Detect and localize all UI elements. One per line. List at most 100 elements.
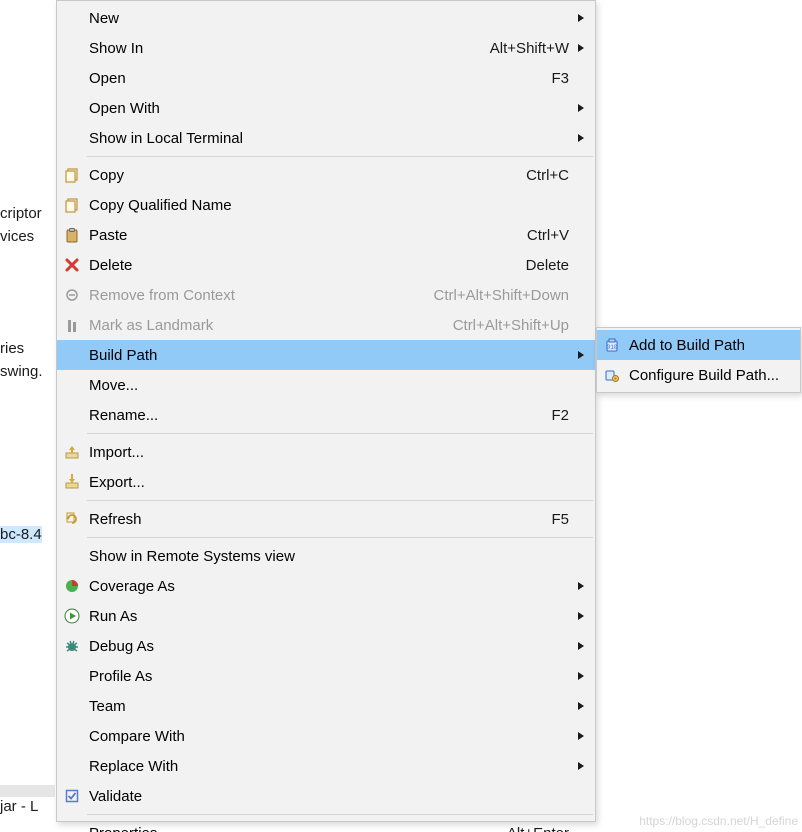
menu-item-accel: Alt+Enter — [507, 825, 573, 832]
blank-icon — [59, 38, 85, 58]
menu-item-label: Validate — [85, 788, 569, 805]
menu-item-label: Copy — [85, 167, 526, 184]
menu-item-replace[interactable]: Replace With — [57, 751, 595, 781]
menu-item-label: Properties — [85, 825, 507, 832]
menu-item-addbuild[interactable]: Add to Build Path — [597, 330, 800, 360]
menu-item-remsys[interactable]: Show in Remote Systems view — [57, 541, 595, 571]
menu-item-label: Show in Remote Systems view — [85, 548, 569, 565]
menu-item-new[interactable]: New — [57, 3, 595, 33]
menu-item-label: Configure Build Path... — [625, 367, 779, 384]
menu-item-coverage[interactable]: Coverage As — [57, 571, 595, 601]
menu-item-label: Build Path — [85, 347, 569, 364]
menu-item-label: Paste — [85, 227, 527, 244]
menu-item-import[interactable]: Import... — [57, 437, 595, 467]
menu-item-delete[interactable]: DeleteDelete — [57, 250, 595, 280]
menu-item-label: Show in Local Terminal — [85, 130, 569, 147]
blank-icon — [59, 823, 85, 832]
blank-icon — [59, 98, 85, 118]
validate-icon — [59, 786, 85, 806]
menu-item-label: Run As — [85, 608, 569, 625]
refresh-icon — [59, 509, 85, 529]
context-menu[interactable]: NewShow InAlt+Shift+WOpenF3Open WithShow… — [56, 0, 596, 822]
menu-item-team[interactable]: Team — [57, 691, 595, 721]
chevron-right-icon — [576, 608, 586, 625]
chevron-right-icon — [576, 100, 586, 117]
menu-item-accel: Delete — [526, 257, 573, 274]
menu-item-label: Profile As — [85, 668, 569, 685]
blank-icon — [59, 756, 85, 776]
run-icon — [59, 606, 85, 626]
menu-item-label: Debug As — [85, 638, 569, 655]
menu-item-properties[interactable]: PropertiesAlt+Enter — [57, 818, 595, 832]
blank-icon — [59, 666, 85, 686]
chevron-right-icon — [576, 728, 586, 745]
menu-item-rename[interactable]: Rename...F2 — [57, 400, 595, 430]
blank-icon — [59, 375, 85, 395]
menu-item-copy[interactable]: CopyCtrl+C — [57, 160, 595, 190]
menu-item-move[interactable]: Move... — [57, 370, 595, 400]
import-icon — [59, 442, 85, 462]
menu-item-export[interactable]: Export... — [57, 467, 595, 497]
blank-icon — [59, 68, 85, 88]
delete-icon — [59, 255, 85, 275]
watermark-text: https://blog.csdn.net/H_define — [639, 814, 798, 828]
menu-item-label: Compare With — [85, 728, 569, 745]
menu-item-label: Replace With — [85, 758, 569, 775]
menu-item-landmark[interactable]: Mark as LandmarkCtrl+Alt+Shift+Up — [57, 310, 595, 340]
menu-item-accel: Ctrl+Alt+Shift+Up — [453, 317, 573, 334]
menu-item-label: Move... — [85, 377, 569, 394]
cfgjar-icon — [599, 365, 625, 385]
bg-frag: ries — [0, 340, 24, 357]
bg-frag: bc-8.4 — [0, 526, 42, 543]
chevron-right-icon — [576, 130, 586, 147]
menu-item-open[interactable]: OpenF3 — [57, 63, 595, 93]
menu-item-copyqn[interactable]: Copy Qualified Name — [57, 190, 595, 220]
menu-item-accel: Ctrl+V — [527, 227, 573, 244]
menu-item-label: Mark as Landmark — [85, 317, 453, 334]
menu-item-rctx[interactable]: Remove from ContextCtrl+Alt+Shift+Down — [57, 280, 595, 310]
blank-icon — [59, 8, 85, 28]
menu-separator — [87, 156, 593, 157]
blank-icon — [59, 345, 85, 365]
menu-item-label: Open — [85, 70, 551, 87]
blank-icon — [59, 546, 85, 566]
menu-item-accel: F3 — [551, 70, 573, 87]
menu-item-label: Add to Build Path — [625, 337, 774, 354]
menu-item-refresh[interactable]: RefreshF5 — [57, 504, 595, 534]
menu-item-label: Export... — [85, 474, 569, 491]
menu-item-validate[interactable]: Validate — [57, 781, 595, 811]
chevron-right-icon — [576, 578, 586, 595]
menu-item-buildpath[interactable]: Build Path — [57, 340, 595, 370]
export-icon — [59, 472, 85, 492]
menu-separator — [87, 814, 593, 815]
menu-item-label: Refresh — [85, 511, 551, 528]
chevron-right-icon — [576, 10, 586, 27]
menu-separator — [87, 537, 593, 538]
chevron-right-icon — [576, 40, 586, 57]
menu-item-accel: Ctrl+C — [526, 167, 573, 184]
blank-icon — [59, 128, 85, 148]
bg-frag: swing. — [0, 363, 43, 380]
menu-item-cfgbuild[interactable]: Configure Build Path... — [597, 360, 800, 390]
menu-item-paste[interactable]: PasteCtrl+V — [57, 220, 595, 250]
jar-icon — [599, 335, 625, 355]
menu-item-label: Remove from Context — [85, 287, 434, 304]
menu-item-runas[interactable]: Run As — [57, 601, 595, 631]
menu-item-localterm[interactable]: Show in Local Terminal — [57, 123, 595, 153]
blank-icon — [59, 726, 85, 746]
buildpath-submenu[interactable]: Add to Build Path Configure Build Path... — [596, 327, 801, 393]
menu-item-label: Show In — [85, 40, 490, 57]
chevron-right-icon — [576, 347, 586, 364]
bg-frag: criptor — [0, 205, 42, 222]
menu-item-openwith[interactable]: Open With — [57, 93, 595, 123]
menu-item-profileas[interactable]: Profile As — [57, 661, 595, 691]
menu-item-showin[interactable]: Show InAlt+Shift+W — [57, 33, 595, 63]
rctx-icon — [59, 285, 85, 305]
chevron-right-icon — [576, 638, 586, 655]
chevron-right-icon — [576, 698, 586, 715]
bg-frag: jar - L — [0, 798, 38, 815]
menu-item-debugas[interactable]: Debug As — [57, 631, 595, 661]
menu-item-accel: F5 — [551, 511, 573, 528]
menu-item-compare[interactable]: Compare With — [57, 721, 595, 751]
debug-icon — [59, 636, 85, 656]
